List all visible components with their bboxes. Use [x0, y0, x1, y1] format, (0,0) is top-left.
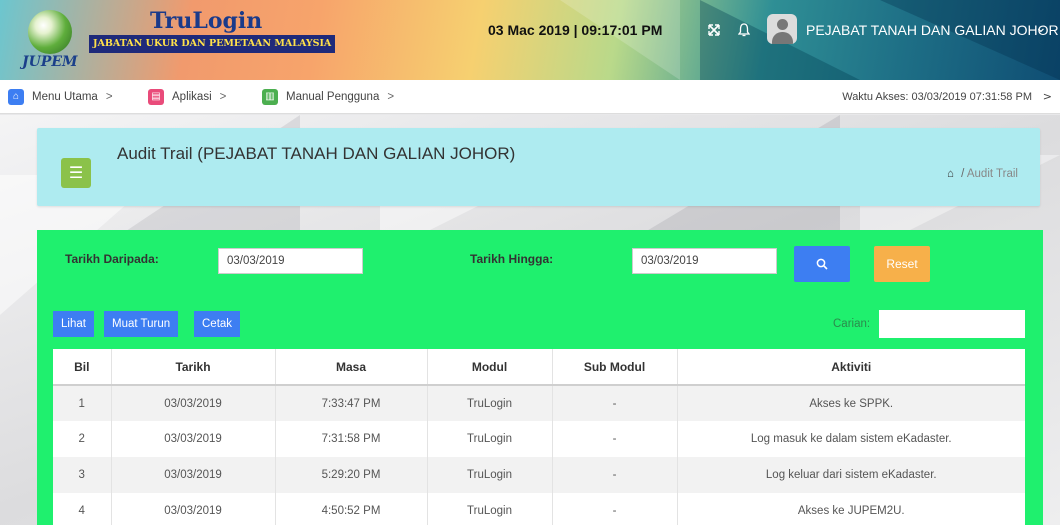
col-sub-modul[interactable]: Sub Modul: [552, 349, 678, 386]
cell-tarikh: 03/03/2019: [111, 493, 276, 525]
chevron-right-icon: >: [387, 91, 395, 103]
view-button[interactable]: Lihat: [53, 311, 94, 337]
chevron-right-icon: >: [105, 91, 113, 103]
app-icon: ▤: [148, 89, 164, 105]
cell-masa: 7:31:58 PM: [275, 421, 428, 457]
search-icon: [816, 258, 828, 270]
cell-sub-modul: -: [552, 385, 678, 421]
home-icon: ⌂: [8, 89, 24, 105]
col-tarikh[interactable]: Tarikh: [111, 349, 276, 386]
from-date-label: Tarikh Daripada:: [65, 252, 159, 266]
jupem-logo[interactable]: JUPEM: [20, 10, 80, 74]
col-modul[interactable]: Modul: [427, 349, 553, 386]
cell-bil: 2: [53, 421, 112, 457]
cell-aktiviti: Log keluar dari sistem eKadaster.: [677, 457, 1025, 493]
cell-masa: 5:29:20 PM: [275, 457, 428, 493]
breadcrumb-separator: /: [961, 168, 965, 180]
table-row: 3 03/03/2019 5:29:20 PM TruLogin - Log k…: [53, 457, 1025, 493]
table-header-row: Bil Tarikh Masa Modul Sub Modul Aktiviti: [53, 349, 1025, 386]
user-name[interactable]: PEJABAT TANAH DAN GALIAN JOHOR: [806, 22, 1059, 38]
chevron-down-icon[interactable]: ⌄: [1035, 20, 1047, 36]
col-bil[interactable]: Bil: [53, 349, 112, 386]
to-date-label: Tarikh Hingga:: [470, 252, 554, 266]
book-icon: ▥: [262, 89, 278, 105]
cell-masa: 4:50:52 PM: [275, 493, 428, 525]
top-header: JUPEM TruLogin JABATAN UKUR DAN PEMETAAN…: [0, 0, 1060, 80]
search-button[interactable]: [794, 246, 850, 282]
cell-modul: TruLogin: [427, 493, 553, 525]
globe-logo-icon: [28, 10, 72, 54]
cell-bil: 4: [53, 493, 112, 525]
to-date-input[interactable]: 03/03/2019: [632, 248, 777, 274]
search-label: Carian:: [833, 318, 871, 330]
reset-button[interactable]: Reset: [874, 246, 930, 282]
cell-sub-modul: -: [552, 493, 678, 525]
cell-masa: 7:33:47 PM: [275, 385, 428, 421]
cell-aktiviti: Akses ke JUPEM2U.: [677, 493, 1025, 525]
print-button[interactable]: Cetak: [194, 311, 241, 337]
table-row: 4 03/03/2019 4:50:52 PM TruLogin - Akses…: [53, 493, 1025, 525]
nav-aplikasi[interactable]: ▤ Aplikasi >: [148, 88, 226, 106]
chevron-right-icon: >: [219, 91, 227, 103]
app-subtitle: JABATAN UKUR DAN PEMETAAN MALAYSIA: [89, 35, 336, 53]
page-header-panel: ☰ Audit Trail (PEJABAT TANAH DAN GALIAN …: [37, 128, 1040, 206]
nav-manual-pengguna[interactable]: ▥ Manual Pengguna >: [262, 88, 394, 106]
cell-sub-modul: -: [552, 457, 678, 493]
nav-menu-utama[interactable]: ⌂ Menu Utama >: [8, 88, 113, 106]
col-masa[interactable]: Masa: [275, 349, 428, 386]
access-time: Waktu Akses: 03/03/2019 07:31:58 PM: [842, 91, 1032, 103]
page-title: Audit Trail (PEJABAT TANAH DAN GALIAN JO…: [117, 144, 516, 163]
logo-text: JUPEM: [22, 54, 78, 70]
cell-tarikh: 03/03/2019: [111, 421, 276, 457]
header-datetime: 03 Mac 2019 | 09:17:01 PM: [488, 22, 663, 38]
nav-manual-pengguna-label: Manual Pengguna: [286, 91, 380, 103]
cell-aktiviti: Akses ke SPPK.: [677, 385, 1025, 421]
cell-aktiviti: Log masuk ke dalam sistem eKadaster.: [677, 421, 1025, 457]
table-row: 2 03/03/2019 7:31:58 PM TruLogin - Log m…: [53, 421, 1025, 457]
cell-sub-modul: -: [552, 421, 678, 457]
fullscreen-icon[interactable]: [700, 16, 728, 44]
cell-bil: 1: [53, 385, 112, 421]
download-button[interactable]: Muat Turun: [104, 311, 179, 337]
cell-modul: TruLogin: [427, 421, 553, 457]
audit-table: Bil Tarikh Masa Modul Sub Modul Aktiviti…: [53, 349, 1025, 525]
page-breadcrumb: ⌂ / Audit Trail: [947, 168, 1018, 180]
list-icon: ☰: [61, 158, 91, 188]
avatar[interactable]: [767, 14, 797, 44]
search-input[interactable]: [879, 310, 1025, 338]
nav-aplikasi-label: Aplikasi: [172, 91, 212, 103]
audit-trail-panel: Tarikh Daripada: 03/03/2019 Tarikh Hingg…: [37, 230, 1043, 525]
cell-bil: 3: [53, 457, 112, 493]
col-aktiviti[interactable]: Aktiviti: [677, 349, 1025, 386]
table-row: 1 03/03/2019 7:33:47 PM TruLogin - Akses…: [53, 385, 1025, 421]
cell-tarikh: 03/03/2019: [111, 457, 276, 493]
breadcrumb-nav: ⌂ Menu Utama > ▤ Aplikasi > ▥ Manual Pen…: [0, 80, 1060, 114]
bell-icon[interactable]: [730, 16, 758, 44]
chevron-right-icon[interactable]: >: [1043, 88, 1052, 106]
from-date-input[interactable]: 03/03/2019: [218, 248, 363, 274]
breadcrumb-current: Audit Trail: [966, 168, 1018, 180]
app-title: TruLogin: [150, 8, 263, 34]
cell-tarikh: 03/03/2019: [111, 385, 276, 421]
cell-modul: TruLogin: [427, 457, 553, 493]
nav-menu-utama-label: Menu Utama: [32, 91, 98, 103]
home-icon[interactable]: ⌂: [947, 168, 954, 180]
cell-modul: TruLogin: [427, 385, 553, 421]
